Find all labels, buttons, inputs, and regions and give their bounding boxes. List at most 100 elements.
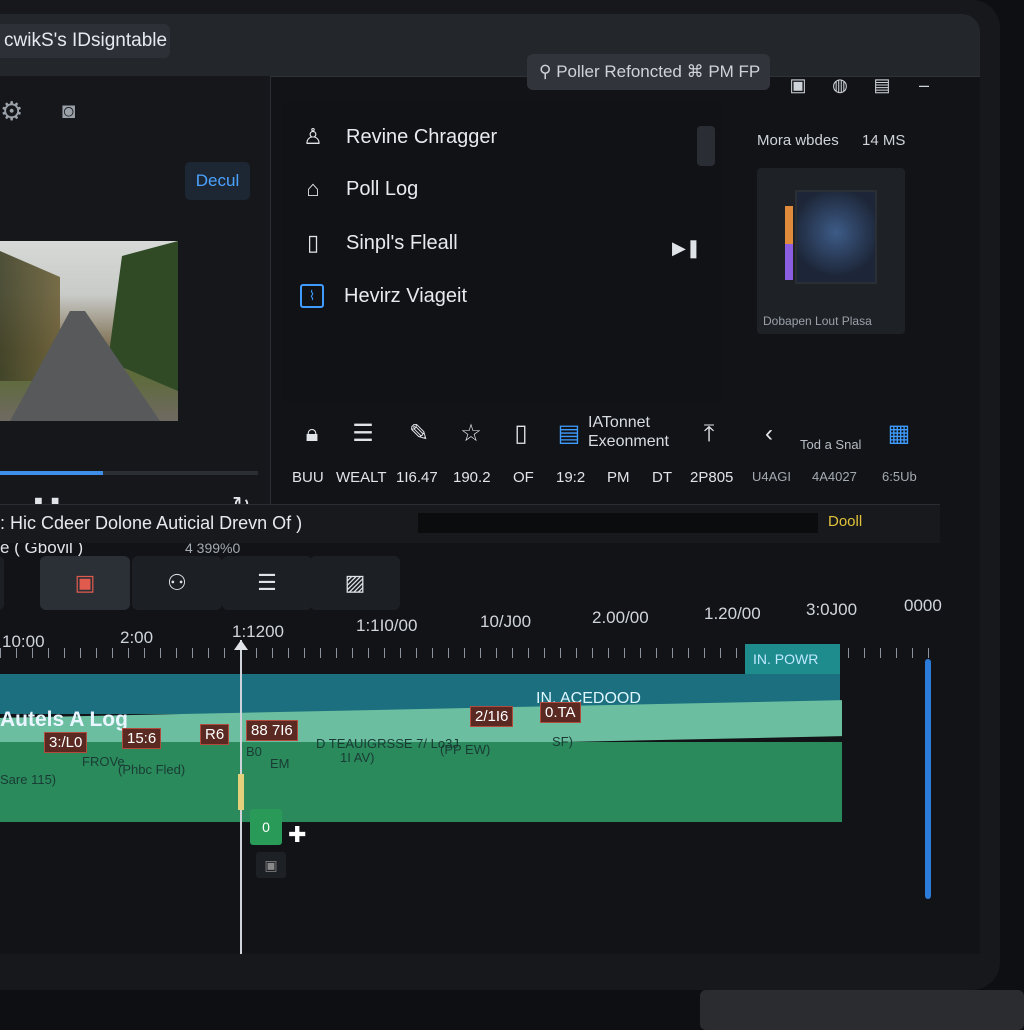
star-icon[interactable]: ☆ bbox=[454, 417, 488, 451]
title-bar: cwikS's IDsigntable ⚲ Poller Refoncted ⌘… bbox=[0, 14, 980, 95]
user-account-button[interactable]: ⚲ Poller Refoncted ⌘ PM FP bbox=[527, 54, 770, 90]
app-window: cwikS's IDsigntable ⚲ Poller Refoncted ⌘… bbox=[0, 14, 980, 954]
media-panel: Mora wbdes 14 MS Dobapen Lout Plasa bbox=[740, 102, 930, 402]
menu-item-label: Sinpl's Fleall bbox=[346, 231, 458, 254]
tab-image[interactable]: ▨ bbox=[310, 556, 400, 610]
menu-item-revine[interactable]: ♙ Revine Chragger bbox=[300, 124, 497, 150]
tool-small-label: Tod a Snal bbox=[800, 437, 862, 452]
clip-note: (Phbc Fled) bbox=[118, 762, 186, 777]
clip-code: R6 bbox=[200, 724, 230, 745]
stat-value: 19:2 bbox=[556, 469, 586, 486]
context-menu: ♙ Revine Chragger ⌂ Poll Log ▯ Sinpl's F… bbox=[282, 102, 722, 402]
tool-bar: 🔒︎ ☰ ✎ ☆ ▯ ▤ IATonnet Exeonment ⤒ ‹ Tod … bbox=[290, 409, 930, 469]
media-heading: Mora wbdes bbox=[757, 132, 839, 149]
stat-value: 1I6.47 bbox=[396, 469, 438, 486]
clip-note: 1I AV) bbox=[340, 750, 375, 765]
keyframe-chip[interactable]: 0 bbox=[250, 809, 282, 845]
stat-value: WEALT bbox=[336, 469, 387, 486]
clip-note: SF) bbox=[552, 734, 573, 749]
tab-edge[interactable]: ▮ bbox=[0, 556, 4, 610]
stat-value: 2P805 bbox=[690, 469, 734, 486]
playhead-handle[interactable] bbox=[234, 640, 248, 650]
lower-track[interactable] bbox=[0, 742, 842, 822]
stat-value: U4AGI bbox=[752, 469, 792, 484]
clip-note: D TEAUIGRSSE 7/ Lo3J bbox=[316, 736, 459, 751]
gallery-icon: ▣ bbox=[74, 570, 96, 595]
clip-code: 3:/L0 bbox=[44, 732, 88, 753]
stats-row: BUU WEALT 1I6.47 190.2 OF 19:2 PM DT 2P8… bbox=[0, 469, 980, 499]
ruler-label: 2:00 bbox=[120, 628, 154, 647]
text-icon: ☰ bbox=[257, 570, 277, 595]
add-icon[interactable]: ✚ bbox=[288, 822, 306, 848]
clip-code: 0.TA bbox=[540, 702, 581, 723]
minimize-icon[interactable]: – bbox=[911, 72, 937, 98]
timeline-scrollbar[interactable] bbox=[925, 659, 931, 899]
level-bar-orange bbox=[785, 206, 793, 244]
tab-media[interactable]: ▣ bbox=[40, 556, 130, 610]
list-icon[interactable]: ☰ bbox=[346, 417, 380, 451]
clip-code: 15:6 bbox=[122, 728, 162, 749]
deploy-button[interactable]: Decul bbox=[185, 162, 250, 200]
laptop-keyboard bbox=[700, 990, 1024, 1030]
video-preview[interactable] bbox=[0, 241, 178, 421]
back-icon[interactable]: ‹ bbox=[752, 417, 786, 451]
user-label: Poller Refoncted ⌘ PM FP bbox=[556, 62, 761, 81]
document-icon[interactable]: ▤ bbox=[552, 417, 586, 451]
clip-code: 2/1I6 bbox=[470, 706, 514, 727]
menu-item-viageit[interactable]: ⌇ Hevirz Viageit bbox=[300, 284, 467, 308]
info-text: : Hic Cdeer Dolone Auticial Drevn Of ) bbox=[0, 513, 303, 533]
chart-icon: ⌇ bbox=[300, 284, 324, 308]
menu-item-fleall[interactable]: ▯ Sinpl's Fleall bbox=[300, 230, 458, 256]
camera-icon[interactable]: ◙ bbox=[62, 98, 75, 124]
stat-value: PM bbox=[607, 469, 630, 486]
calendar-icon[interactable]: ▦ bbox=[882, 417, 916, 451]
app-title: cwikS's IDsigntable bbox=[0, 24, 170, 58]
ruler-label: 2.00/00 bbox=[592, 608, 649, 627]
tool-label-line1: IATonnet bbox=[588, 414, 650, 431]
track-tag: IN. POWR bbox=[745, 644, 840, 674]
media-thumbnail[interactable]: Dobapen Lout Plasa bbox=[757, 168, 905, 334]
gear-icon[interactable]: ⚙ bbox=[0, 96, 23, 127]
ruler-label: 1.20/00 bbox=[704, 604, 761, 623]
image-icon: ▨ bbox=[344, 570, 366, 595]
info-accent: Dooll bbox=[828, 513, 863, 530]
play-next-icon[interactable]: ▶❚ bbox=[672, 238, 701, 259]
tab-people[interactable]: ⚇ bbox=[132, 556, 222, 610]
menu-item-label: Hevirz Viageit bbox=[344, 284, 468, 307]
preview-panel: ⚙ ◙ Decul ❚❚ ↻ e ( Gbovil ) 4 399%0 bbox=[0, 76, 271, 557]
lock-icon[interactable]: 🔒︎ bbox=[295, 417, 329, 451]
info-track[interactable] bbox=[418, 513, 818, 533]
ruler-label: 0000 bbox=[904, 596, 942, 615]
stat-value: BUU bbox=[292, 469, 324, 486]
menu-scrollbar[interactable] bbox=[697, 126, 715, 166]
level-bar-purple bbox=[785, 244, 793, 280]
user-icon: ⚲ bbox=[539, 62, 552, 81]
home-icon: ⌂ bbox=[306, 176, 320, 201]
pen-icon[interactable]: ✎ bbox=[402, 417, 436, 451]
upload-icon[interactable]: ⤒ bbox=[692, 417, 726, 451]
tool-label: IATonnet Exeonment bbox=[588, 413, 669, 451]
tablet-icon[interactable]: ▯ bbox=[504, 417, 538, 451]
monitor-icon[interactable]: ▣ bbox=[785, 72, 811, 98]
menu-item-label: Revine Chragger bbox=[346, 125, 498, 148]
clip-code: 88 7I6 bbox=[246, 720, 298, 741]
globe-icon[interactable]: ◍ bbox=[827, 72, 853, 98]
clip-note: (PP EW) bbox=[440, 742, 491, 757]
thumbnail-image bbox=[795, 190, 877, 284]
info-bar: : Hic Cdeer Dolone Auticial Drevn Of ) D… bbox=[0, 504, 940, 543]
in-marker[interactable] bbox=[238, 774, 244, 810]
stat-value: 6:5Ub bbox=[882, 469, 917, 484]
clip-note: EM bbox=[270, 756, 290, 771]
window-controls: ▣ ◍ ▤ – bbox=[785, 72, 937, 98]
phone-icon: ▯ bbox=[306, 230, 320, 255]
stat-value: OF bbox=[513, 469, 534, 486]
stat-value: 4A4027 bbox=[812, 469, 857, 484]
menu-item-poll-log[interactable]: ⌂ Poll Log bbox=[300, 176, 418, 202]
lock-icon[interactable]: ▣ bbox=[256, 852, 286, 878]
window-icon[interactable]: ▤ bbox=[869, 72, 895, 98]
tab-text[interactable]: ☰ bbox=[222, 556, 312, 610]
thumbnail-caption: Dobapen Lout Plasa bbox=[763, 314, 872, 328]
clip-note: Sare 115) bbox=[0, 772, 57, 787]
media-time: 14 MS bbox=[862, 132, 906, 149]
people-icon: ⚇ bbox=[167, 570, 187, 595]
